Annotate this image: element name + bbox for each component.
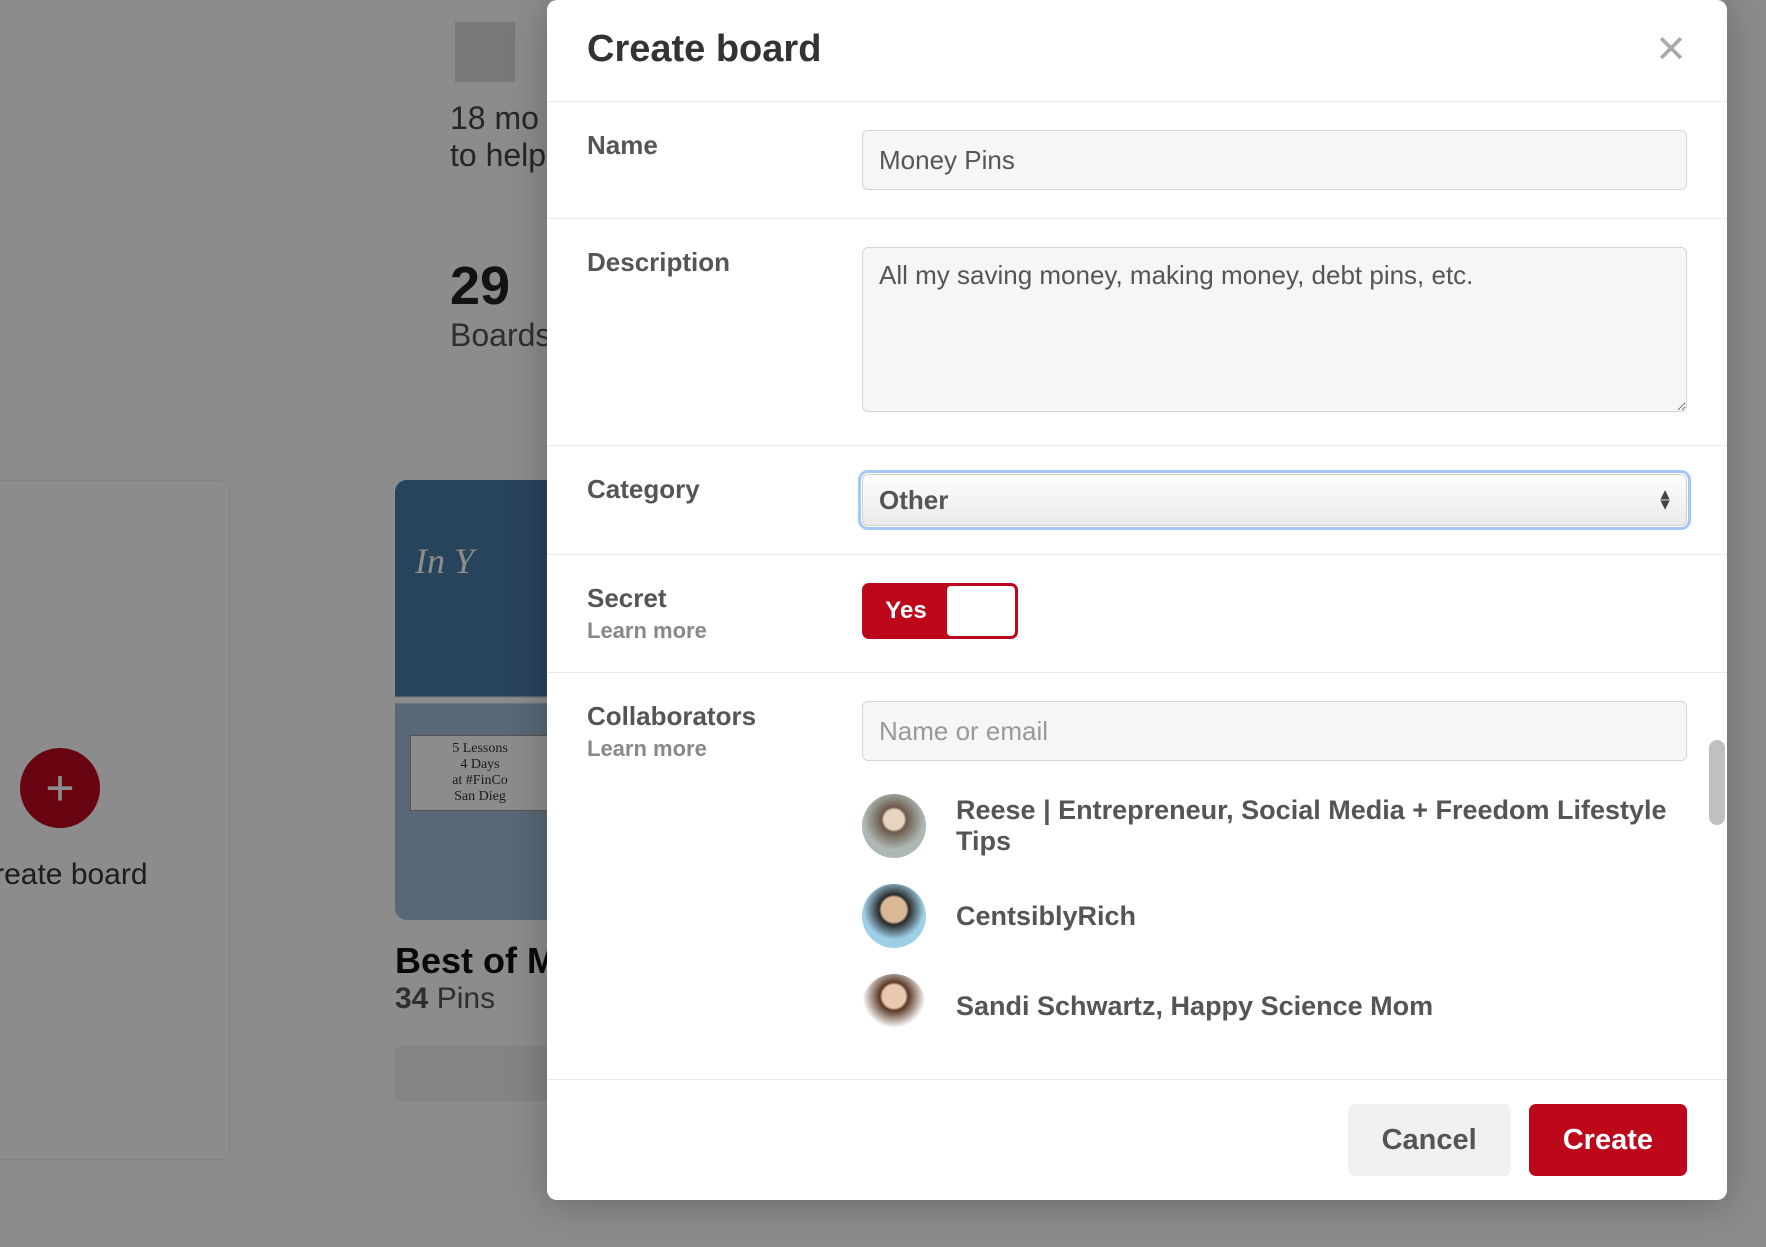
collaborator-name: Reese | Entrepreneur, Social Media + Fre…: [956, 795, 1687, 857]
modal-footer: Cancel Create: [547, 1079, 1727, 1200]
create-button[interactable]: Create: [1529, 1104, 1687, 1176]
collaborators-input[interactable]: [862, 701, 1687, 761]
toggle-knob: [947, 586, 1015, 636]
category-select[interactable]: Other: [862, 474, 1687, 526]
category-section: Category Other ▲▼: [547, 446, 1727, 555]
collaborator-suggestion-list: Reese | Entrepreneur, Social Media + Fre…: [862, 781, 1687, 1051]
description-textarea[interactable]: All my saving money, making money, debt …: [862, 247, 1687, 412]
description-section: Description All my saving money, making …: [547, 219, 1727, 446]
avatar: [862, 884, 926, 948]
close-icon[interactable]: ✕: [1655, 31, 1687, 69]
avatar: [862, 974, 926, 1038]
secret-toggle[interactable]: Yes: [862, 583, 1018, 639]
name-section: Name: [547, 102, 1727, 219]
name-input[interactable]: [862, 130, 1687, 190]
secret-label: Secret: [587, 583, 862, 614]
secret-section: Secret Learn more Yes: [547, 555, 1727, 673]
description-label: Description: [587, 247, 862, 278]
collaborators-section: Collaborators Learn more Reese | Entrepr…: [547, 673, 1727, 1079]
collaborators-learn-more-link[interactable]: Learn more: [587, 736, 862, 762]
toggle-yes-label: Yes: [865, 586, 947, 636]
collaborator-suggestion[interactable]: CentsiblyRich: [862, 871, 1687, 961]
avatar: [862, 794, 926, 858]
create-board-modal: Create board ✕ Name Description All my s…: [547, 0, 1727, 1200]
modal-body: Name Description All my saving money, ma…: [547, 102, 1727, 1079]
collaborator-name: Sandi Schwartz, Happy Science Mom: [956, 991, 1433, 1022]
category-label: Category: [587, 474, 862, 505]
collaborator-suggestion[interactable]: Sandi Schwartz, Happy Science Mom: [862, 961, 1687, 1051]
cancel-button[interactable]: Cancel: [1348, 1104, 1511, 1176]
collaborator-suggestion[interactable]: Reese | Entrepreneur, Social Media + Fre…: [862, 781, 1687, 871]
modal-title: Create board: [587, 28, 821, 71]
scrollbar-thumb[interactable]: [1709, 740, 1725, 825]
secret-learn-more-link[interactable]: Learn more: [587, 618, 862, 644]
modal-header: Create board ✕: [547, 0, 1727, 102]
collaborator-name: CentsiblyRich: [956, 901, 1136, 932]
collaborators-label: Collaborators: [587, 701, 862, 732]
name-label: Name: [587, 130, 862, 161]
